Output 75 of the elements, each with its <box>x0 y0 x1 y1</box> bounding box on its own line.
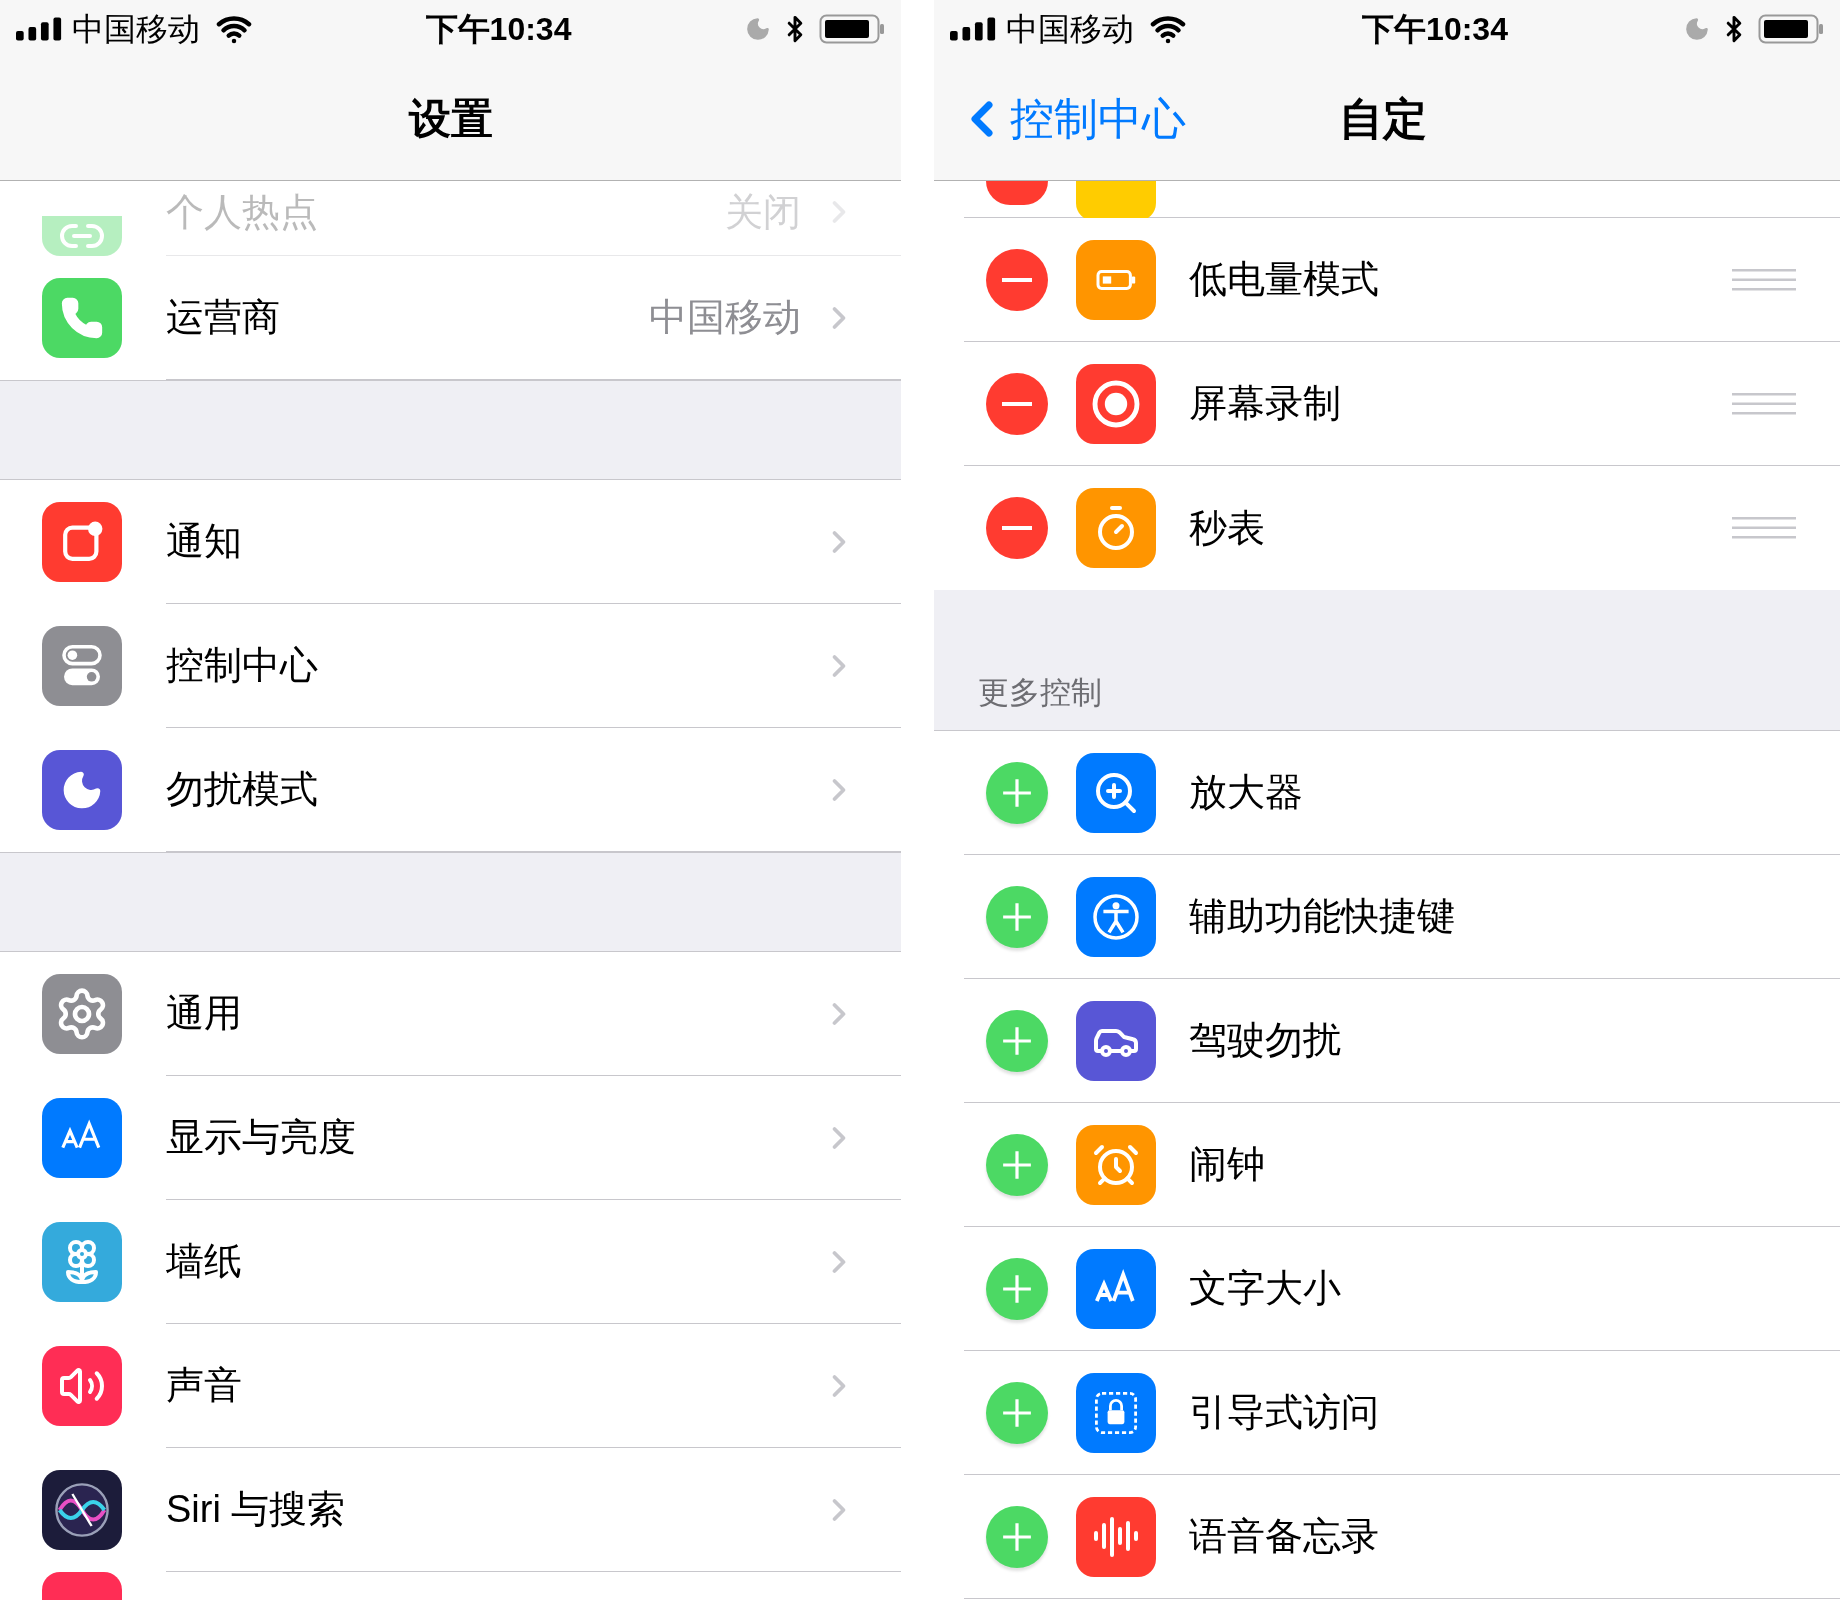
row-value: 中国移动 <box>649 295 801 340</box>
drag-handle-icon[interactable] <box>1732 392 1796 415</box>
row-label: 控制中心 <box>166 643 319 688</box>
back-button[interactable]: 控制中心 <box>934 85 1186 152</box>
signal-icon <box>950 16 998 41</box>
add-button[interactable] <box>986 1009 1048 1072</box>
remove-button[interactable] <box>986 181 1048 205</box>
control-label: 屏幕录制 <box>1189 381 1342 426</box>
row-label: Siri 与搜索 <box>166 1487 347 1532</box>
accessibility-icon <box>1076 876 1156 957</box>
carrier-name: 中国移动 <box>1006 9 1134 49</box>
battery-icon <box>1758 13 1824 44</box>
battery-icon <box>819 13 885 44</box>
drag-handle-icon[interactable] <box>1732 517 1796 539</box>
moon-icon <box>745 15 771 42</box>
plus-icon <box>1001 776 1033 809</box>
lock-icon <box>1076 1372 1156 1453</box>
row-label: 运营商 <box>166 295 281 340</box>
car-icon <box>1076 1000 1156 1081</box>
siri-icon <box>42 1470 122 1550</box>
phone-icon <box>42 278 122 358</box>
row-label: 个人热点 <box>166 189 319 235</box>
page-title: 设置 <box>408 94 493 144</box>
control-label: 语音备忘录 <box>1189 1514 1380 1559</box>
moon-icon <box>1684 15 1710 42</box>
control-label: 文字大小 <box>1189 1266 1342 1311</box>
add-button[interactable] <box>986 1257 1048 1320</box>
settings-icon <box>42 974 122 1054</box>
plus-icon <box>1001 1148 1033 1181</box>
flower-icon <box>42 1222 122 1302</box>
row-label: 通用 <box>166 991 243 1036</box>
carrier-name: 中国移动 <box>72 9 200 49</box>
letters-icon <box>42 1098 122 1178</box>
row-label: 声音 <box>166 1363 243 1408</box>
plus-icon <box>1001 1396 1033 1429</box>
status-time: 下午10:34 <box>1362 9 1508 49</box>
control-label: 驾驶勿扰 <box>1189 1018 1342 1063</box>
plus-icon <box>1001 1272 1033 1305</box>
toggles-icon <box>42 626 122 706</box>
drag-handle-icon[interactable] <box>1732 268 1796 291</box>
row-label: 显示与亮度 <box>166 1115 357 1160</box>
control-label: 低电量模式 <box>1189 257 1380 302</box>
app-icon <box>42 1572 122 1600</box>
plus-icon <box>1001 1520 1033 1553</box>
letters-icon <box>1076 1248 1156 1329</box>
control-label: 秒表 <box>1189 505 1266 551</box>
row-label: 墙纸 <box>166 1239 243 1284</box>
plus-icon <box>1001 1024 1033 1057</box>
section-header: 更多控制 <box>978 673 1102 712</box>
row-label: 勿扰模式 <box>166 767 319 812</box>
control-label: 放大器 <box>1189 770 1304 815</box>
moon-icon <box>42 750 122 830</box>
add-button[interactable] <box>986 885 1048 948</box>
control-label: 辅助功能快捷键 <box>1189 894 1456 939</box>
signal-icon <box>16 16 64 41</box>
row-label: 通知 <box>166 519 243 564</box>
control-label: 闹钟 <box>1189 1142 1266 1187</box>
battery-icon <box>1076 239 1156 320</box>
app-icon <box>1076 181 1156 221</box>
add-button[interactable] <box>986 1133 1048 1196</box>
add-button[interactable] <box>986 1381 1048 1444</box>
add-button[interactable] <box>986 761 1048 824</box>
notifications-icon <box>42 502 122 582</box>
link-icon <box>42 216 122 256</box>
add-button[interactable] <box>986 1505 1048 1568</box>
status-time: 下午10:34 <box>425 9 572 49</box>
stopwatch-icon <box>1076 488 1156 568</box>
alarm-clock-icon <box>1076 1124 1156 1205</box>
record-icon <box>1076 363 1156 444</box>
waveform-icon <box>1076 1496 1156 1577</box>
zoom-in-icon <box>1076 752 1156 833</box>
speaker-icon <box>42 1346 122 1426</box>
plus-icon <box>1001 900 1033 933</box>
page-title: 自定 <box>1339 92 1427 145</box>
control-label: 引导式访问 <box>1189 1390 1380 1435</box>
